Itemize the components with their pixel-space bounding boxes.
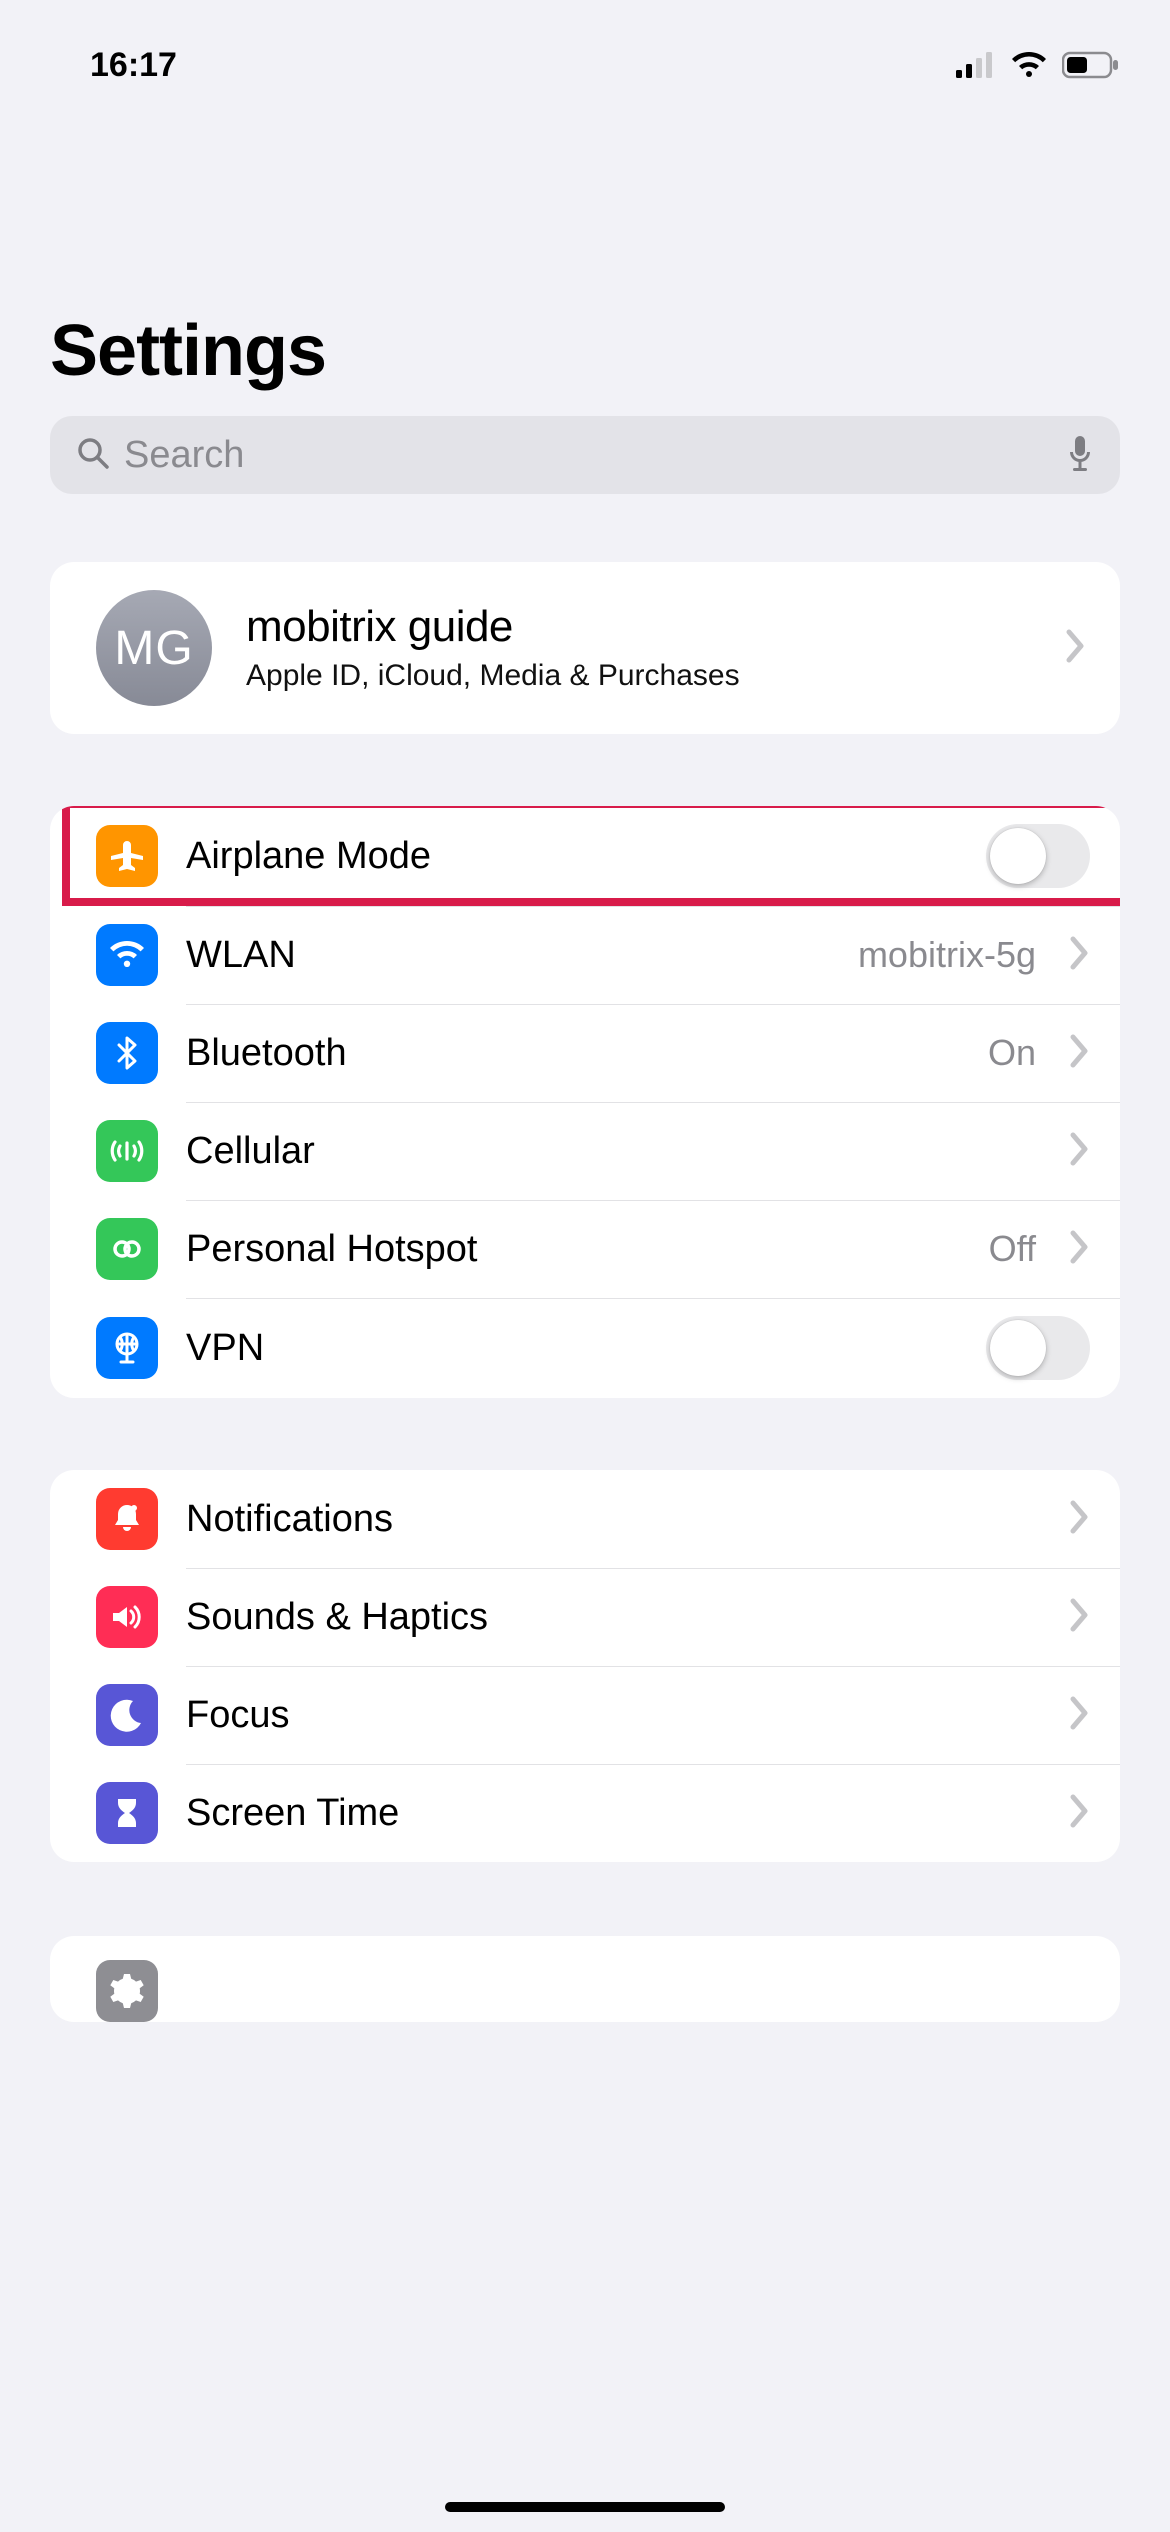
cellular-signal-icon	[956, 52, 996, 78]
wlan-label: WLAN	[186, 934, 830, 977]
hotspot-label: Personal Hotspot	[186, 1228, 961, 1271]
profile-name: mobitrix guide	[246, 602, 1032, 652]
focus-icon	[96, 1684, 158, 1746]
cellular-icon	[96, 1120, 158, 1182]
airplane-mode-toggle[interactable]	[986, 824, 1090, 888]
battery-icon	[1062, 51, 1120, 79]
profile-subtitle: Apple ID, iCloud, Media & Purchases	[246, 656, 1032, 695]
airplane-mode-label: Airplane Mode	[186, 835, 958, 878]
microphone-icon[interactable]	[1066, 434, 1094, 477]
hotspot-row[interactable]: Personal Hotspot Off	[50, 1200, 1120, 1298]
status-time: 16:17	[90, 46, 177, 85]
avatar-initials: MG	[114, 621, 193, 676]
chevron-right-icon	[1070, 936, 1090, 975]
focus-row[interactable]: Focus	[50, 1666, 1120, 1764]
wlan-detail: mobitrix-5g	[858, 934, 1036, 976]
notifications-row[interactable]: Notifications	[50, 1470, 1120, 1568]
wifi-icon	[1010, 51, 1048, 79]
hotspot-icon	[96, 1218, 158, 1280]
screen-time-icon	[96, 1782, 158, 1844]
cellular-label: Cellular	[186, 1130, 1042, 1173]
screen-time-label: Screen Time	[186, 1792, 1042, 1835]
bluetooth-icon	[96, 1022, 158, 1084]
bluetooth-detail: On	[988, 1032, 1036, 1074]
chevron-right-icon	[1070, 1034, 1090, 1073]
connectivity-group: Airplane Mode WLAN mobitrix-5g Bluetooth…	[50, 806, 1120, 1398]
chevron-right-icon	[1070, 1598, 1090, 1637]
avatar: MG	[96, 590, 212, 706]
home-indicator[interactable]	[445, 2502, 725, 2512]
search-field[interactable]	[50, 416, 1120, 494]
search-icon	[76, 436, 110, 475]
search-input[interactable]	[124, 434, 1052, 477]
airplane-mode-row[interactable]: Airplane Mode	[50, 806, 1120, 906]
profile-group: MG mobitrix guide Apple ID, iCloud, Medi…	[50, 562, 1120, 734]
notifications-label: Notifications	[186, 1498, 1042, 1541]
notifications-icon	[96, 1488, 158, 1550]
general-group-partial	[50, 1936, 1120, 2022]
vpn-row[interactable]: VPN	[50, 1298, 1120, 1398]
vpn-toggle[interactable]	[986, 1316, 1090, 1380]
sounds-icon	[96, 1586, 158, 1648]
chevron-right-icon	[1070, 1500, 1090, 1539]
gear-icon	[96, 1960, 158, 2022]
chevron-right-icon	[1066, 629, 1086, 668]
general-row[interactable]	[50, 1936, 1120, 2022]
wlan-row[interactable]: WLAN mobitrix-5g	[50, 906, 1120, 1004]
apple-id-row[interactable]: MG mobitrix guide Apple ID, iCloud, Medi…	[50, 562, 1120, 734]
attention-group: Notifications Sounds & Haptics Focus	[50, 1470, 1120, 1862]
hotspot-detail: Off	[989, 1228, 1036, 1270]
page-title: Settings	[0, 100, 1170, 416]
status-bar: 16:17	[0, 0, 1170, 100]
wifi-settings-icon	[96, 924, 158, 986]
cellular-row[interactable]: Cellular	[50, 1102, 1120, 1200]
bluetooth-row[interactable]: Bluetooth On	[50, 1004, 1120, 1102]
screen-time-row[interactable]: Screen Time	[50, 1764, 1120, 1862]
chevron-right-icon	[1070, 1794, 1090, 1833]
vpn-label: VPN	[186, 1327, 958, 1370]
focus-label: Focus	[186, 1694, 1042, 1737]
sounds-label: Sounds & Haptics	[186, 1596, 1042, 1639]
sounds-row[interactable]: Sounds & Haptics	[50, 1568, 1120, 1666]
vpn-icon	[96, 1317, 158, 1379]
chevron-right-icon	[1070, 1230, 1090, 1269]
bluetooth-label: Bluetooth	[186, 1032, 960, 1075]
chevron-right-icon	[1070, 1696, 1090, 1735]
status-right	[956, 51, 1120, 79]
airplane-icon	[96, 825, 158, 887]
chevron-right-icon	[1070, 1132, 1090, 1171]
profile-text: mobitrix guide Apple ID, iCloud, Media &…	[246, 602, 1032, 695]
